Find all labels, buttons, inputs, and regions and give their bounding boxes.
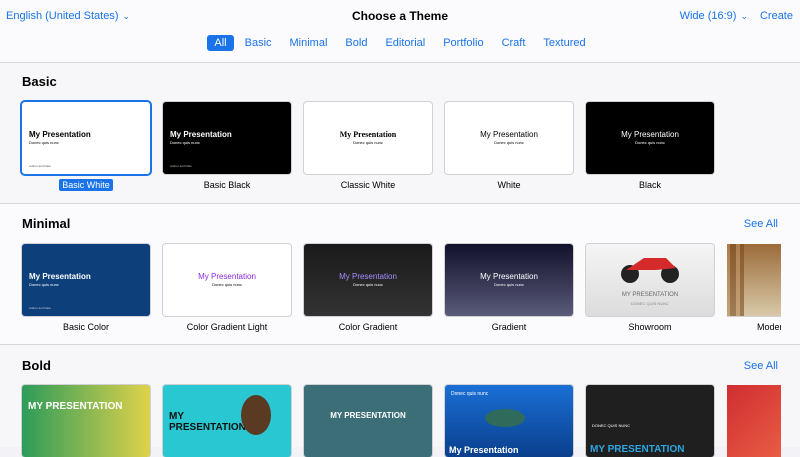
top-bar: English (United States) ⌄ Choose a Theme…: [0, 0, 800, 63]
thumb-title: My Presentation: [480, 130, 538, 139]
theme-label: Color Gradient: [338, 322, 398, 332]
theme-thumbnail[interactable]: My Presentation Donec quis nunc: [163, 244, 291, 316]
theme-thumbnail[interactable]: Donec quis nunc My Presentation: [445, 385, 573, 457]
section-title: Bold: [22, 358, 51, 373]
tab-portfolio[interactable]: Portfolio: [436, 35, 490, 51]
thumb-subtitle: Donec quis nunc: [635, 140, 665, 145]
thumb-subtitle: Donec quis nunc: [29, 140, 59, 145]
theme-label: Showroom: [628, 322, 672, 332]
turtle-icon: [485, 409, 525, 427]
theme-classic-white[interactable]: My Presentation Donec quis nunc Classic …: [304, 102, 432, 191]
thumb-subtitle: Donec quis nunc: [170, 140, 200, 145]
aspect-ratio-label: Wide (16:9): [679, 10, 737, 22]
theme-thumbnail[interactable]: My Presentation Donec quis nunc: [445, 102, 573, 174]
theme-color-gradient-light[interactable]: My Presentation Donec quis nunc Color Gr…: [163, 244, 291, 333]
theme-label: Color Gradient Light: [186, 322, 268, 332]
tab-textured[interactable]: Textured: [536, 35, 592, 51]
theme-showroom[interactable]: MY PRESENTATION DONEC QUIS NUNC Showroom: [586, 244, 714, 333]
theme-thumbnail[interactable]: MY PRESENTATION: [304, 385, 432, 457]
theme-bold-2[interactable]: MY PRESENTATION: [163, 385, 291, 457]
tab-minimal[interactable]: Minimal: [283, 35, 335, 51]
thumb-title: My Presentation: [339, 272, 397, 281]
tab-craft[interactable]: Craft: [495, 35, 533, 51]
theme-white[interactable]: My Presentation Donec quis nunc White: [445, 102, 573, 191]
thumb-subtitle: DONEC QUIS NUNC: [630, 301, 669, 306]
person-photo: [241, 395, 271, 435]
thumb-subtitle: Donec quis nunc: [494, 140, 524, 145]
theme-label: White: [497, 180, 521, 190]
section-title: Basic: [22, 74, 57, 89]
theme-thumbnail[interactable]: My Presentation Donec quis nunc: [445, 244, 573, 316]
theme-thumbnail[interactable]: My Presentation Donec quis nunc Author a…: [163, 102, 291, 174]
theme-bold-4[interactable]: Donec quis nunc My Presentation: [445, 385, 573, 457]
theme-gradient[interactable]: My Presentation Donec quis nunc Gradient: [445, 244, 573, 333]
theme-bold-1[interactable]: MY PRESENTATION: [22, 385, 150, 457]
section-title: Minimal: [22, 216, 71, 231]
section-minimal: Minimal See All My Presentation Donec qu…: [0, 204, 800, 344]
thumb-title: MY PRESENTATION: [590, 444, 685, 455]
tab-editorial[interactable]: Editorial: [378, 35, 432, 51]
theme-modern[interactable]: Modern: [727, 244, 781, 333]
thumb-title: My Presentation: [339, 130, 397, 139]
tab-bold[interactable]: Bold: [338, 35, 374, 51]
thumb-title: MY PRESENTATION: [28, 401, 123, 412]
theme-thumbnail[interactable]: My Presentation Donec quis nunc: [304, 102, 432, 174]
theme-black[interactable]: My Presentation Donec quis nunc Black: [586, 102, 714, 191]
theme-label: Modern: [757, 322, 781, 332]
theme-thumbnail[interactable]: [727, 244, 781, 316]
thumb-subtitle: Donec quis nunc: [353, 282, 383, 287]
thumb-title: My Presentation: [621, 130, 679, 139]
theme-thumbnail[interactable]: DONEC QUIS NUNC MY PRESENTATION: [586, 385, 714, 457]
thumb-title: My Presentation: [198, 272, 256, 281]
theme-bold-6[interactable]: [727, 385, 781, 457]
thumb-title: MY PRESENTATION: [621, 292, 679, 298]
theme-thumbnail[interactable]: My Presentation Donec quis nunc Author a…: [22, 102, 150, 174]
chevron-down-icon: ⌄: [740, 10, 748, 21]
thumb-author: Author and Date: [29, 164, 51, 168]
tab-all[interactable]: All: [207, 35, 234, 51]
thumb-title: MY PRESENTATION: [330, 411, 406, 420]
theme-thumbnail[interactable]: [727, 385, 781, 457]
thumb-author: Author and Date: [29, 306, 51, 310]
tab-basic[interactable]: Basic: [238, 35, 279, 51]
theme-color-gradient[interactable]: My Presentation Donec quis nunc Color Gr…: [304, 244, 432, 333]
category-tabs: All Basic Minimal Bold Editorial Portfol…: [0, 35, 800, 51]
see-all-button[interactable]: See All: [744, 218, 778, 230]
thumb-subtitle: Donec quis nunc: [353, 140, 383, 145]
thumb-subtitle: DONEC QUIS NUNC: [592, 423, 631, 428]
theme-thumbnail[interactable]: My Presentation Donec quis nunc: [304, 244, 432, 316]
aspect-ratio-selector[interactable]: Wide (16:9) ⌄: [680, 10, 748, 22]
thumb-title: My Presentation: [29, 130, 91, 139]
theme-bold-5[interactable]: DONEC QUIS NUNC MY PRESENTATION: [586, 385, 714, 457]
thumb-author: Author and Date: [170, 164, 192, 168]
theme-basic-white[interactable]: My Presentation Donec quis nunc Author a…: [22, 102, 150, 191]
section-basic: Basic My Presentation Donec quis nunc Au…: [0, 63, 800, 203]
theme-basic-color[interactable]: My Presentation Donec quis nunc Author a…: [22, 244, 150, 333]
thumb-title: My Presentation: [29, 272, 91, 281]
thumb-title: My Presentation: [480, 272, 538, 281]
thumb-subtitle: Donec quis nunc: [451, 391, 489, 397]
thumb-subtitle: Donec quis nunc: [212, 282, 242, 287]
theme-label: Classic White: [340, 180, 396, 190]
thumb-title: My Presentation: [170, 130, 232, 139]
theme-thumbnail[interactable]: MY PRESENTATION: [22, 385, 150, 457]
theme-label: Basic Color: [62, 322, 109, 332]
theme-thumbnail[interactable]: My Presentation Donec quis nunc: [586, 102, 714, 174]
theme-thumbnail[interactable]: MY PRESENTATION: [163, 385, 291, 457]
theme-basic-black[interactable]: My Presentation Donec quis nunc Author a…: [163, 102, 291, 191]
theme-label: Basic Black: [203, 180, 251, 190]
create-button[interactable]: Create: [760, 10, 793, 22]
thumb-subtitle: Donec quis nunc: [29, 282, 59, 287]
thumb-subtitle: Donec quis nunc: [494, 282, 524, 287]
theme-label: Gradient: [491, 322, 527, 332]
section-bold: Bold See All MY PRESENTATION MY PRESENTA…: [0, 345, 800, 457]
theme-label: Black: [638, 180, 661, 190]
see-all-button[interactable]: See All: [744, 360, 778, 372]
thumb-title: MY PRESENTATION: [169, 411, 246, 433]
theme-thumbnail[interactable]: My Presentation Donec quis nunc Author a…: [22, 244, 150, 316]
theme-bold-3[interactable]: MY PRESENTATION: [304, 385, 432, 457]
theme-label: Basic White: [59, 179, 113, 191]
theme-thumbnail[interactable]: MY PRESENTATION DONEC QUIS NUNC: [586, 244, 714, 316]
